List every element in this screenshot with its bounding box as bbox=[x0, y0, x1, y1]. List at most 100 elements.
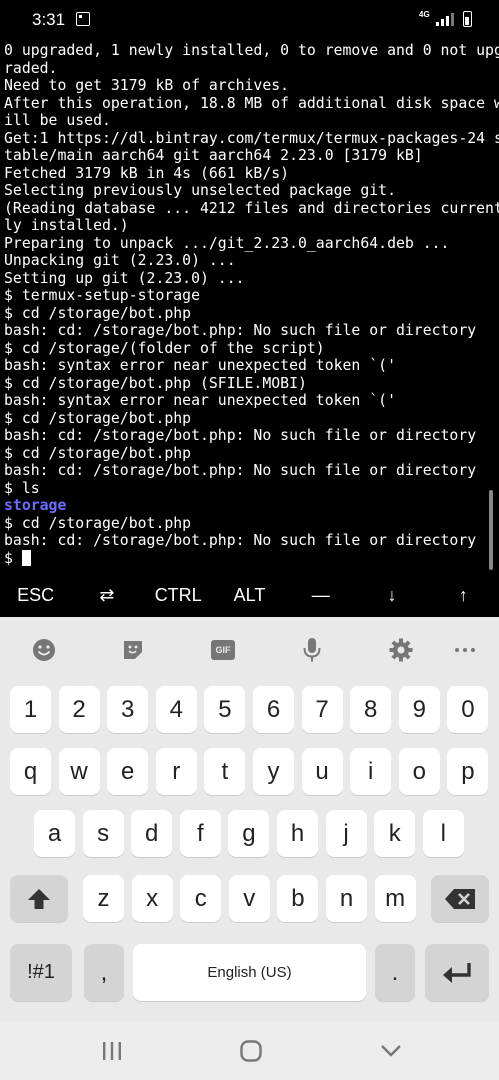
terminal-prompt-line[interactable]: $ bbox=[4, 549, 496, 568]
terminal-line: Need to get 3179 kB of archives. bbox=[4, 77, 290, 94]
terminal-line: bash: cd: /storage/bot.php: No such file… bbox=[4, 462, 477, 479]
backspace-key[interactable] bbox=[431, 875, 489, 922]
recent-apps-icon[interactable] bbox=[100, 1040, 124, 1062]
key-h[interactable]: h bbox=[277, 810, 318, 857]
dash-key[interactable]: — bbox=[285, 573, 356, 617]
key-s[interactable]: s bbox=[82, 810, 124, 857]
directory-entry: storage bbox=[4, 497, 67, 514]
shift-key[interactable] bbox=[10, 875, 68, 922]
terminal-line: $ cd /storage/bot.php bbox=[4, 444, 192, 462]
terminal-line: bash: syntax error near unexpected token… bbox=[4, 357, 396, 374]
terminal-line: $ termux-setup-storage bbox=[4, 287, 200, 304]
terminal-line: Setting up git (2.23.0) ... bbox=[4, 269, 245, 287]
settings-icon[interactable] bbox=[388, 637, 414, 663]
key-4[interactable]: 4 bbox=[155, 686, 197, 733]
status-bar: 3:31 4G bbox=[0, 0, 499, 38]
tab-key[interactable]: ⇄ bbox=[71, 573, 142, 617]
enter-key[interactable] bbox=[425, 944, 489, 1001]
home-icon[interactable] bbox=[239, 1040, 263, 1062]
comma-key[interactable]: , bbox=[84, 944, 124, 1001]
terminal-line: ly installed.) bbox=[4, 217, 129, 234]
soft-keyboard: GIF 1234567890 qwertyuiop asdfghjkl zxcvbnm… bbox=[0, 617, 499, 1022]
terminal-scrollbar[interactable] bbox=[489, 490, 493, 570]
signal-icon bbox=[436, 13, 454, 26]
battery-icon bbox=[463, 11, 472, 27]
key-a[interactable]: a bbox=[34, 810, 75, 857]
ctrl-key[interactable]: CTRL bbox=[143, 573, 214, 617]
key-5[interactable]: 5 bbox=[204, 686, 246, 733]
microphone-icon[interactable] bbox=[299, 637, 325, 663]
terminal-line: Preparing to unpack .../git_2.23.0_aarch… bbox=[4, 234, 450, 252]
terminal-line: bash: cd: /storage/bot.php: No such file… bbox=[4, 532, 477, 549]
key-8[interactable]: 8 bbox=[350, 686, 392, 733]
key-c[interactable]: c bbox=[180, 875, 222, 922]
key-7[interactable]: 7 bbox=[301, 686, 343, 733]
key-j[interactable]: j bbox=[325, 810, 367, 857]
terminal-line: bash: cd: /storage/bot.php: No such file… bbox=[4, 322, 477, 339]
terminal-line: $ ls bbox=[4, 479, 40, 497]
symbols-key[interactable]: !#1 bbox=[10, 944, 72, 1001]
key-r[interactable]: r bbox=[155, 748, 197, 795]
key-k[interactable]: k bbox=[374, 810, 416, 857]
key-f[interactable]: f bbox=[179, 810, 221, 857]
gif-icon[interactable]: GIF bbox=[210, 637, 236, 663]
more-icon[interactable] bbox=[452, 637, 478, 663]
terminal-view[interactable]: 0 upgraded, 1 newly installed, 0 to remo… bbox=[0, 38, 499, 573]
key-q[interactable]: q bbox=[10, 748, 51, 795]
down-arrow-key[interactable]: ↓ bbox=[356, 573, 427, 617]
key-3[interactable]: 3 bbox=[107, 686, 149, 733]
key-i[interactable]: i bbox=[350, 748, 392, 795]
key-o[interactable]: o bbox=[398, 748, 440, 795]
key-b[interactable]: b bbox=[277, 875, 319, 922]
key-n[interactable]: n bbox=[326, 875, 367, 922]
period-key[interactable]: . bbox=[375, 944, 415, 1001]
key-1[interactable]: 1 bbox=[10, 686, 51, 733]
space-bar[interactable]: English (US) bbox=[133, 944, 366, 1001]
up-arrow-key[interactable]: ↑ bbox=[428, 573, 499, 617]
key-t[interactable]: t bbox=[204, 748, 246, 795]
key-p[interactable]: p bbox=[447, 748, 489, 795]
terminal-line: Fetched 3179 kB in 4s (661 kB/s) bbox=[4, 164, 290, 182]
terminal-line: 0 upgraded, 1 newly installed, 0 to remo… bbox=[4, 42, 499, 59]
esc-key[interactable]: ESC bbox=[0, 573, 71, 617]
back-icon[interactable] bbox=[379, 1040, 403, 1062]
terminal-cursor bbox=[21, 549, 31, 566]
key-x[interactable]: x bbox=[131, 875, 173, 922]
key-z[interactable]: z bbox=[83, 875, 124, 922]
terminal-line: Unpacking git (2.23.0) ... bbox=[4, 252, 236, 269]
terminal-line: $ cd /storage/bot.php (SFILE.MOBI) bbox=[4, 374, 307, 392]
terminal-prompt: $ bbox=[4, 549, 22, 567]
key-2[interactable]: 2 bbox=[58, 686, 100, 733]
shift-icon bbox=[28, 888, 50, 909]
terminal-line: ill be used. bbox=[4, 112, 111, 129]
terminal-line: $ cd /storage/bot.php bbox=[4, 514, 192, 532]
key-9[interactable]: 9 bbox=[398, 686, 440, 733]
alt-key[interactable]: ALT bbox=[214, 573, 285, 617]
keyboard-toolbar: GIF bbox=[0, 617, 499, 679]
network-type-label: 4G bbox=[419, 10, 430, 19]
key-y[interactable]: y bbox=[253, 748, 294, 795]
key-d[interactable]: d bbox=[131, 810, 173, 857]
terminal-line: raded. bbox=[4, 59, 58, 77]
terminal-line: $ cd /storage/bot.php bbox=[4, 409, 192, 427]
key-w[interactable]: w bbox=[58, 748, 100, 795]
key-e[interactable]: e bbox=[107, 748, 149, 795]
key-l[interactable]: l bbox=[422, 810, 464, 857]
terminal-line: bash: cd: /storage/bot.php: No such file… bbox=[4, 427, 477, 444]
status-time: 3:31 bbox=[32, 10, 66, 29]
key-u[interactable]: u bbox=[301, 748, 343, 795]
sticker-icon[interactable] bbox=[120, 637, 146, 663]
terminal-line: (Reading database ... 4212 files and dir… bbox=[4, 199, 499, 217]
key-m[interactable]: m bbox=[374, 875, 416, 922]
terminal-line: Selecting previously unselected package … bbox=[4, 182, 396, 199]
backspace-icon bbox=[445, 888, 475, 909]
emoji-icon[interactable] bbox=[31, 637, 57, 663]
terminal-line: table/main aarch64 git aarch64 2.23.0 [3… bbox=[4, 147, 423, 164]
key-6[interactable]: 6 bbox=[253, 686, 294, 733]
key-g[interactable]: g bbox=[228, 810, 270, 857]
gif-label: GIF bbox=[211, 640, 235, 660]
key-0[interactable]: 0 bbox=[447, 686, 489, 733]
enter-icon bbox=[443, 962, 471, 983]
terminal-line: $ cd /storage/(folder of the script) bbox=[4, 339, 325, 357]
key-v[interactable]: v bbox=[228, 875, 270, 922]
